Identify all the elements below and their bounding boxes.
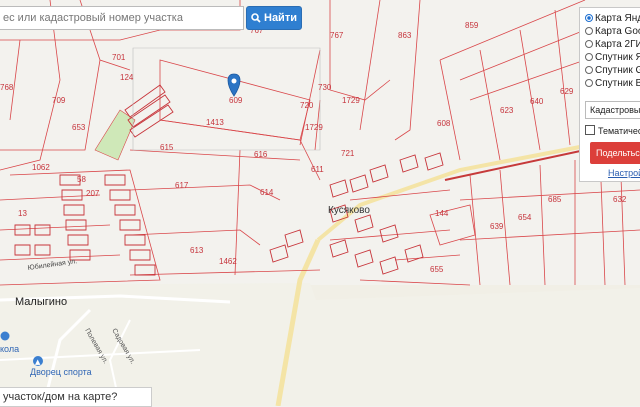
radio-icon (585, 27, 593, 35)
layer-option-google-map[interactable]: Карта Goo (585, 25, 640, 38)
parcel-label: 1462 (219, 257, 237, 266)
radio-icon (585, 66, 593, 74)
parcel-label: 1729 (305, 123, 323, 132)
parcel-label: 609 (229, 96, 243, 105)
boundary-select[interactable]: Кадастровые гр (585, 101, 640, 119)
map-shape (231, 78, 237, 84)
parcel-label: 616 (254, 150, 268, 159)
parcel-label: 124 (120, 73, 134, 82)
parcel-label: 654 (518, 213, 532, 222)
layer-option-label: Карта Янде (595, 13, 640, 24)
parcel-label: 1413 (206, 118, 224, 127)
poi-school: кола (0, 344, 19, 354)
search-button-label: Найти (264, 12, 297, 24)
layer-option-label: Карта Goo (595, 26, 640, 37)
parcel-label: 768 (0, 83, 14, 92)
parcel-label: 614 (260, 188, 274, 197)
parcel-label: 639 (490, 222, 504, 231)
parcel-label: 1729 (342, 96, 360, 105)
village-label: Кусяково (328, 205, 370, 216)
thematic-checkbox[interactable]: Тематическ (585, 125, 640, 136)
parcel-label: 767 (330, 31, 344, 40)
layer-option-label: Карта 2ГИ (595, 39, 640, 50)
parcel-label: 58 (77, 175, 86, 184)
parcel-label: 653 (72, 123, 86, 132)
thematic-label: Тематическ (598, 126, 640, 136)
settings-link[interactable]: Настрой (608, 168, 640, 178)
map-shape: ▲ (35, 358, 41, 366)
school-icon (0, 331, 10, 341)
checkbox-icon (585, 125, 595, 135)
parcel-label: 640 (530, 97, 544, 106)
layer-option-yandex-satellite[interactable]: Спутник Я (585, 51, 640, 64)
parcel-label: 655 (430, 265, 444, 274)
parcel-label: 629 (560, 87, 574, 96)
layer-option-label: Спутник Я (595, 52, 640, 63)
parcel-label: 720 (300, 101, 314, 110)
parcel-label: 207 (86, 189, 100, 198)
layers-panel: Карта Янде Карта Goo Карта 2ГИ Спутник Я… (579, 7, 640, 182)
parcel-label: 617 (175, 181, 189, 190)
search-icon (251, 13, 261, 23)
parcel-label: 611 (311, 165, 324, 174)
radio-icon (585, 40, 593, 48)
parcel-label: 13 (18, 209, 27, 218)
parcel-label: 1062 (32, 163, 50, 172)
map-shape (0, 331, 10, 341)
parcel-label: 721 (341, 149, 355, 158)
radio-icon (585, 14, 593, 22)
share-button[interactable]: Подельться (590, 142, 640, 164)
poi-sport: Дворец спорта (30, 367, 92, 377)
layer-option-google-satellite[interactable]: Спутник G (585, 64, 640, 77)
cadastral-map[interactable]: 767 863 859 701 709 653 768 124 1413 609… (0, 0, 640, 406)
parcel-label: 632 (613, 195, 627, 204)
search-button[interactable]: Найти (246, 6, 302, 30)
parcel-label: 615 (160, 143, 174, 152)
layer-option-label: Спутник B (595, 78, 640, 89)
sport-palace-icon: ▲ (33, 356, 43, 366)
radio-icon (585, 79, 593, 87)
parcel-label: 144 (435, 209, 449, 218)
layer-option-2gis-map[interactable]: Карта 2ГИ (585, 38, 640, 51)
parcel-label: 608 (437, 119, 451, 128)
parcel-label: 709 (52, 96, 66, 105)
parcel-label: 685 (548, 195, 562, 204)
layer-option-label: Спутник G (595, 65, 640, 76)
parcel-label: 623 (500, 106, 514, 115)
town-label: Малыгино (15, 296, 67, 308)
layer-option-bing-satellite[interactable]: Спутник B (585, 77, 640, 90)
layer-option-yandex-map[interactable]: Карта Янде (585, 12, 640, 25)
parcel-label: 730 (318, 83, 332, 92)
radio-icon (585, 53, 593, 61)
parcel-label: 613 (190, 246, 204, 255)
parcel-label: 863 (398, 31, 412, 40)
find-parcel-bar[interactable]: участок/дом на карте? (0, 387, 152, 407)
parcel-label: 701 (112, 53, 126, 62)
parcel-label: 859 (465, 21, 479, 30)
search-input[interactable]: ес или кадастровый номер участка (0, 6, 244, 30)
